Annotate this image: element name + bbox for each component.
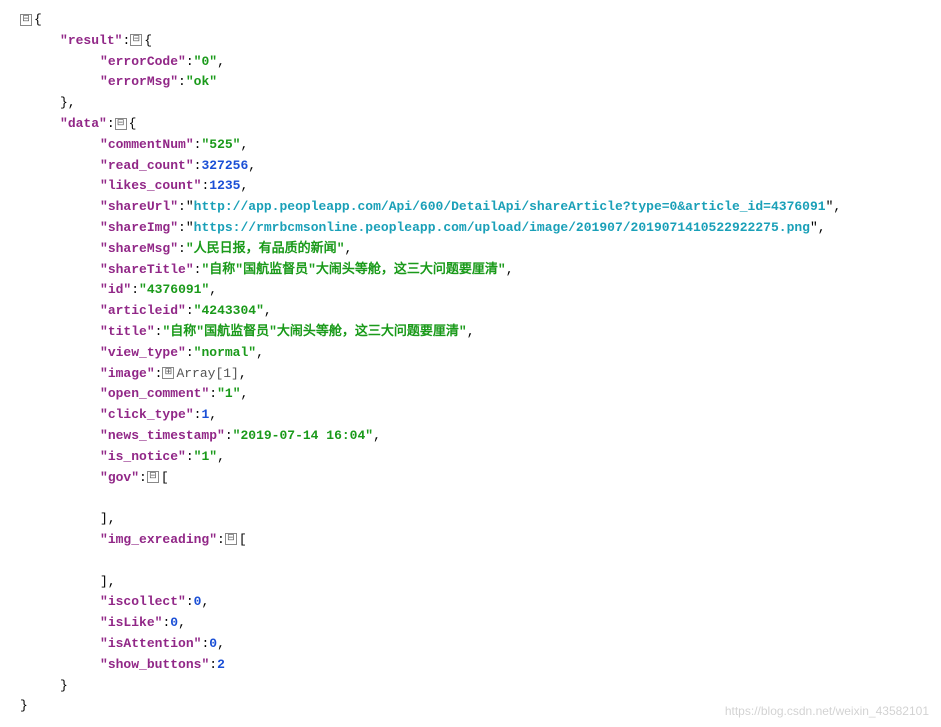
json-line: } bbox=[20, 696, 931, 717]
json-line: "news_timestamp":"2019-07-14 16:04", bbox=[20, 426, 931, 447]
json-line: "data":⊟{ bbox=[20, 114, 931, 135]
collapse-icon[interactable]: ⊟ bbox=[147, 471, 159, 483]
json-line: ], bbox=[20, 572, 931, 593]
json-value: 0 bbox=[170, 615, 178, 630]
json-key: click_type bbox=[108, 407, 186, 422]
json-viewer: ⊟{ "result":⊟{ "errorCode":"0", "errorMs… bbox=[20, 10, 931, 717]
json-line: "is_notice":"1", bbox=[20, 447, 931, 468]
json-line: ], bbox=[20, 509, 931, 530]
json-line: "open_comment":"1", bbox=[20, 384, 931, 405]
json-line bbox=[20, 551, 931, 572]
json-line: "shareTitle":"自称"国航监督员"大闹头等舱，这三大问题要厘清", bbox=[20, 260, 931, 281]
json-line: "errorCode":"0", bbox=[20, 52, 931, 73]
json-key: gov bbox=[108, 470, 131, 485]
json-line: "articleid":"4243304", bbox=[20, 301, 931, 322]
collapse-icon[interactable]: ⊟ bbox=[225, 533, 237, 545]
json-value: normal bbox=[201, 345, 248, 360]
json-line: "isAttention":0, bbox=[20, 634, 931, 655]
json-key: data bbox=[68, 116, 99, 131]
json-line: "image":⊞Array[1], bbox=[20, 364, 931, 385]
json-value: ok bbox=[194, 74, 210, 89]
json-line: } bbox=[20, 676, 931, 697]
json-line: "errorMsg":"ok" bbox=[20, 72, 931, 93]
json-line: ⊟{ bbox=[20, 10, 931, 31]
json-value: 自称"国航监督员"大闹头等舱，这三大问题要厘清 bbox=[209, 262, 498, 277]
json-key: likes_count bbox=[108, 178, 194, 193]
json-key: open_comment bbox=[108, 386, 202, 401]
json-value: 4243304 bbox=[201, 303, 256, 318]
json-key: shareUrl bbox=[108, 199, 170, 214]
json-key: title bbox=[108, 324, 147, 339]
json-line: "show_buttons":2 bbox=[20, 655, 931, 676]
json-line: "view_type":"normal", bbox=[20, 343, 931, 364]
json-value: 0 bbox=[209, 636, 217, 651]
json-line bbox=[20, 488, 931, 509]
json-key: commentNum bbox=[108, 137, 186, 152]
collapse-icon[interactable]: ⊟ bbox=[115, 118, 127, 130]
json-value: 2 bbox=[217, 657, 225, 672]
json-line: "shareMsg":"人民日报，有品质的新闻", bbox=[20, 239, 931, 260]
json-key: show_buttons bbox=[108, 657, 202, 672]
json-key: shareTitle bbox=[108, 262, 186, 277]
json-line: "title":"自称"国航监督员"大闹头等舱，这三大问题要厘清", bbox=[20, 322, 931, 343]
json-line: "shareImg":"https://rmrbcmsonline.people… bbox=[20, 218, 931, 239]
json-key: articleid bbox=[108, 303, 178, 318]
json-key: isLike bbox=[108, 615, 155, 630]
json-key: image bbox=[108, 366, 147, 381]
json-line: "img_exreading":⊟[ bbox=[20, 530, 931, 551]
expand-icon[interactable]: ⊞ bbox=[162, 367, 174, 379]
json-key: read_count bbox=[108, 158, 186, 173]
json-value: 1 bbox=[225, 386, 233, 401]
json-line: }, bbox=[20, 93, 931, 114]
json-line: "gov":⊟[ bbox=[20, 468, 931, 489]
json-line: "commentNum":"525", bbox=[20, 135, 931, 156]
json-line: "result":⊟{ bbox=[20, 31, 931, 52]
json-key: id bbox=[108, 282, 124, 297]
json-value: http://app.peopleapp.com/Api/600/DetailA… bbox=[194, 199, 826, 214]
json-key: errorMsg bbox=[108, 74, 170, 89]
json-line: "isLike":0, bbox=[20, 613, 931, 634]
json-line: "iscollect":0, bbox=[20, 592, 931, 613]
json-line: "read_count":327256, bbox=[20, 156, 931, 177]
json-value: 自称"国航监督员"大闹头等舱，这三大问题要厘清 bbox=[170, 324, 459, 339]
json-key: isAttention bbox=[108, 636, 194, 651]
json-key: result bbox=[68, 33, 115, 48]
json-key: view_type bbox=[108, 345, 178, 360]
collapse-icon[interactable]: ⊟ bbox=[130, 34, 142, 46]
json-value: 1235 bbox=[209, 178, 240, 193]
json-key: is_notice bbox=[108, 449, 178, 464]
json-value: 4376091 bbox=[147, 282, 202, 297]
json-value: 0 bbox=[201, 54, 209, 69]
json-key: img_exreading bbox=[108, 532, 209, 547]
json-line: "id":"4376091", bbox=[20, 280, 931, 301]
json-key: shareImg bbox=[108, 220, 170, 235]
json-line: "click_type":1, bbox=[20, 405, 931, 426]
json-value: Array[1] bbox=[176, 366, 238, 381]
json-value: 2019-07-14 16:04 bbox=[240, 428, 365, 443]
collapse-icon[interactable]: ⊟ bbox=[20, 14, 32, 26]
json-key: shareMsg bbox=[108, 241, 170, 256]
json-line: "shareUrl":"http://app.peopleapp.com/Api… bbox=[20, 197, 931, 218]
json-value: https://rmrbcmsonline.peopleapp.com/uplo… bbox=[194, 220, 810, 235]
json-value: 1 bbox=[201, 449, 209, 464]
json-key: news_timestamp bbox=[108, 428, 217, 443]
json-value: 327256 bbox=[201, 158, 248, 173]
json-value: 人民日报，有品质的新闻 bbox=[194, 241, 337, 256]
json-key: iscollect bbox=[108, 594, 178, 609]
json-line: "likes_count":1235, bbox=[20, 176, 931, 197]
json-value: 525 bbox=[209, 137, 232, 152]
json-key: errorCode bbox=[108, 54, 178, 69]
